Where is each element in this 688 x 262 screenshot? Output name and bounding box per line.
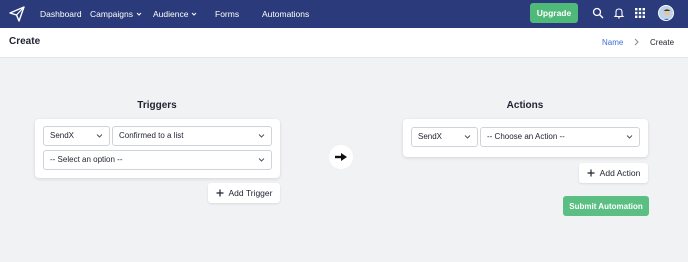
nav-audience[interactable]: Audience: [153, 0, 197, 28]
actions-title: Actions: [506, 100, 544, 111]
plus-icon: [587, 169, 595, 177]
page-title: Create: [9, 36, 41, 47]
nav-audience-label: Audience: [153, 9, 189, 19]
submit-automation-button[interactable]: Submit Automation: [563, 196, 649, 216]
add-trigger-label: Add Trigger: [228, 188, 273, 198]
search-icon[interactable]: [592, 7, 604, 19]
bell-icon[interactable]: [613, 7, 625, 19]
action-source-select[interactable]: SendX: [411, 127, 478, 147]
plus-icon: [216, 189, 224, 197]
breadcrumb-current: Create: [650, 38, 675, 47]
nav-campaigns-label: Campaigns: [90, 9, 133, 19]
nav-dashboard[interactable]: Dashboard: [40, 0, 82, 28]
triggers-title: Triggers: [137, 100, 177, 111]
trigger-source-value: SendX: [50, 131, 75, 140]
trigger-event-select[interactable]: Confirmed to a list: [112, 126, 272, 146]
page-header: Create Name Create: [0, 28, 688, 58]
trigger-option-select[interactable]: -- Select an option --: [43, 150, 272, 170]
chevron-down-icon: [258, 158, 265, 162]
chevron-down-icon: [192, 12, 197, 16]
flow-arrow: [329, 145, 353, 169]
action-type-select[interactable]: -- Choose an Action --: [480, 127, 640, 147]
logo-icon[interactable]: [9, 6, 25, 22]
upgrade-button[interactable]: Upgrade: [530, 3, 578, 23]
apps-grid-icon[interactable]: [634, 7, 646, 19]
user-avatar-icon: [659, 6, 673, 20]
trigger-option-value: -- Select an option --: [50, 155, 123, 164]
chevron-down-icon: [626, 135, 633, 139]
trigger-event-value: Confirmed to a list: [119, 131, 184, 140]
nav-automations[interactable]: Automations: [262, 0, 309, 28]
chevron-right-icon: [634, 38, 639, 46]
actions-panel: SendX -- Choose an Action --: [403, 119, 648, 157]
triggers-panel: SendX Confirmed to a list -- Select an o…: [35, 119, 280, 178]
chevron-down-icon: [136, 12, 142, 16]
top-navbar: Dashboard Campaigns Audience Forms Autom…: [0, 0, 688, 28]
nav-automations-label: Automations: [262, 9, 310, 19]
action-source-value: SendX: [418, 132, 443, 141]
trigger-source-select[interactable]: SendX: [43, 126, 110, 146]
nav-campaigns[interactable]: Campaigns: [90, 0, 142, 28]
add-action-button[interactable]: Add Action: [579, 163, 648, 183]
chevron-down-icon: [258, 134, 265, 138]
chevron-down-icon: [96, 134, 103, 138]
add-action-label: Add Action: [599, 168, 641, 178]
breadcrumb-link-name[interactable]: Name: [602, 38, 623, 47]
nav-forms[interactable]: Forms: [215, 0, 239, 28]
nav-forms-label: Forms: [215, 9, 240, 19]
arrow-right-icon: [335, 153, 347, 161]
add-trigger-button[interactable]: Add Trigger: [208, 183, 280, 203]
avatar[interactable]: [658, 5, 674, 21]
chevron-down-icon: [464, 135, 471, 139]
action-type-value: -- Choose an Action --: [487, 132, 565, 141]
nav-dashboard-label: Dashboard: [40, 9, 82, 19]
